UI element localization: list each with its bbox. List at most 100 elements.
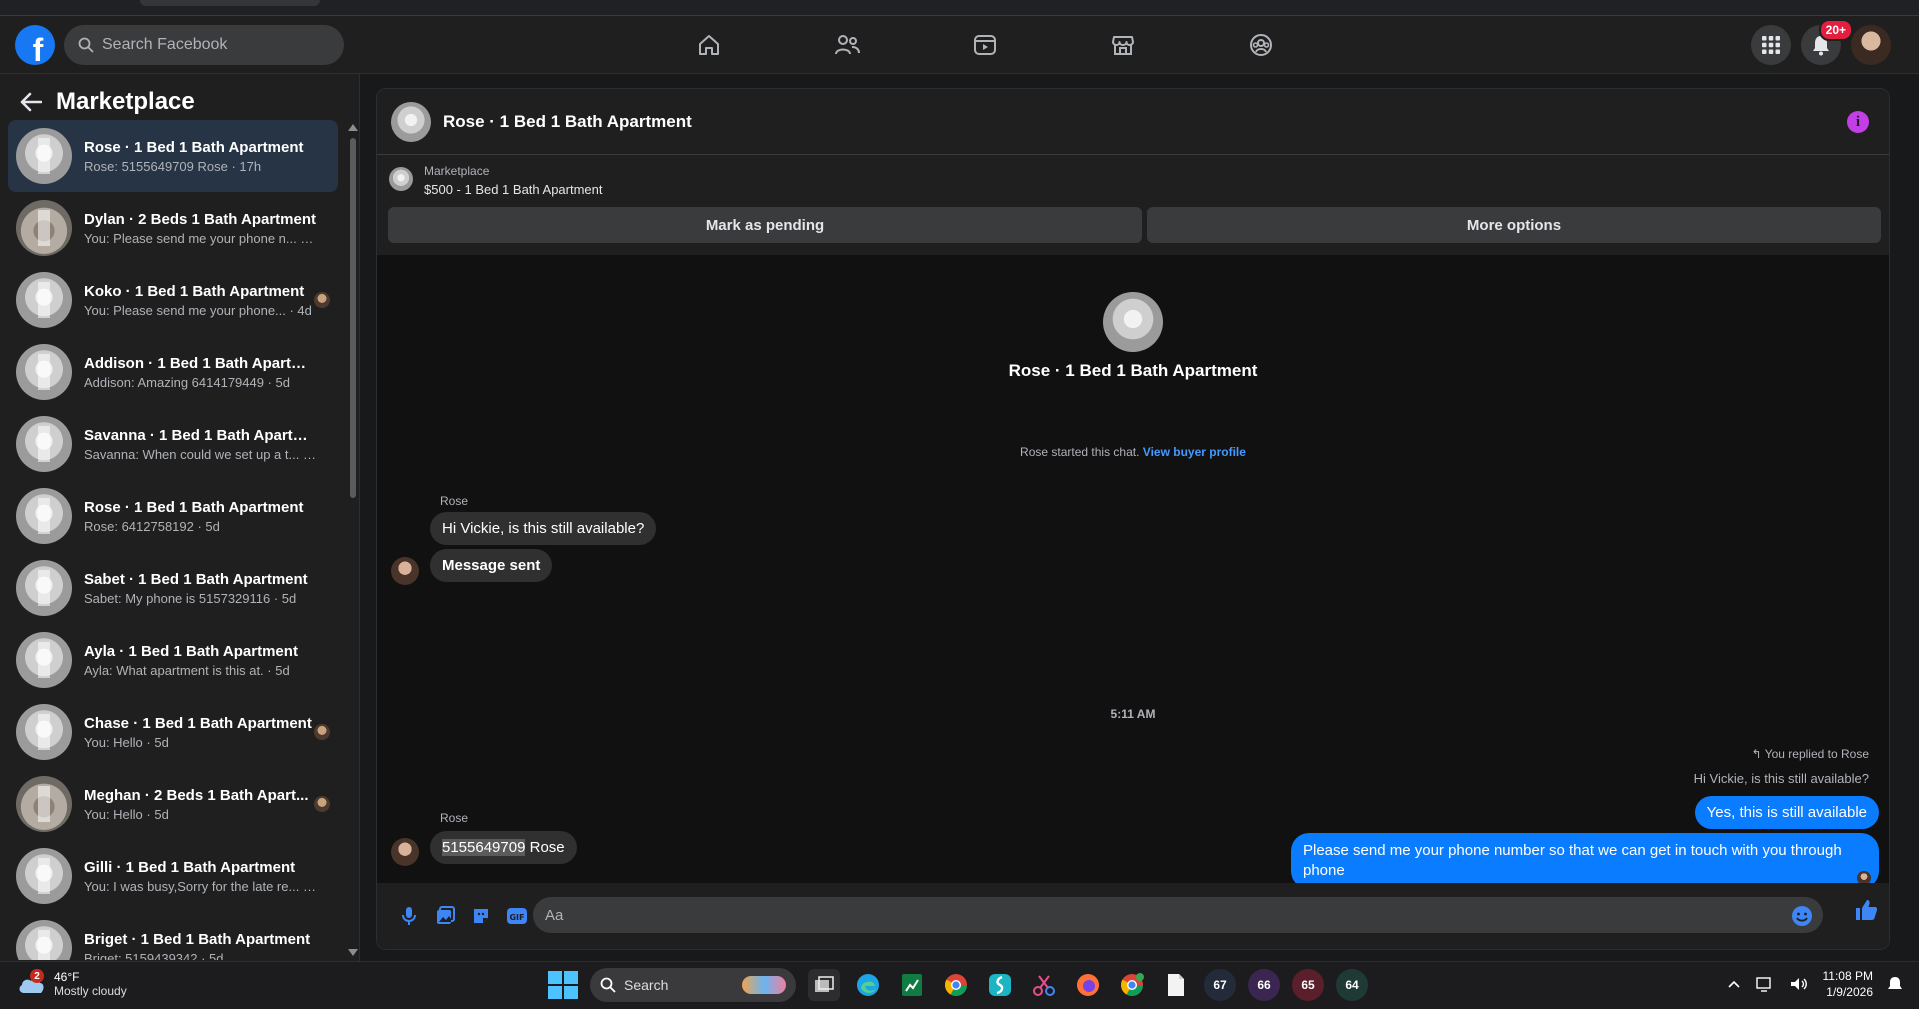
scroll-up-arrow[interactable]	[348, 124, 358, 131]
microphone-icon	[402, 907, 416, 925]
chat-started-note: Rose started this chat. View buyer profi…	[377, 445, 1889, 459]
notification-center-icon[interactable]	[1887, 975, 1903, 993]
sheets-app[interactable]	[896, 969, 928, 1001]
weather-condition: Mostly cloudy	[54, 984, 127, 998]
nav-home[interactable]	[640, 16, 778, 74]
thumbs-up-icon[interactable]	[1853, 897, 1879, 923]
conversation-item[interactable]: Addison · 1 Bed 1 Bath Apartment Addison:…	[8, 336, 338, 408]
conversation-item[interactable]: Briget · 1 Bed 1 Bath Apartment Briget: 5…	[8, 912, 338, 960]
app-66[interactable]: 66	[1248, 969, 1280, 1001]
rose-avatar[interactable]	[391, 838, 419, 866]
back-arrow-icon[interactable]	[20, 92, 42, 112]
nav-video[interactable]	[916, 16, 1054, 74]
notifications-button[interactable]: 20+	[1801, 19, 1853, 65]
browser-tab[interactable]	[140, 0, 320, 6]
selected-phone-number[interactable]: 5155649709	[442, 839, 526, 856]
rose-avatar[interactable]	[391, 557, 419, 585]
app-67[interactable]: 67	[1204, 969, 1236, 1001]
network-icon[interactable]	[1755, 975, 1775, 993]
emoji-icon[interactable]	[1791, 905, 1813, 927]
scroll-thumb[interactable]	[350, 138, 356, 498]
snipping-tool-app[interactable]	[1028, 969, 1060, 1001]
mark-as-pending-button[interactable]: Mark as pending	[388, 207, 1142, 243]
sidebar-title: Marketplace	[56, 88, 195, 115]
taskbar-search[interactable]: Search	[590, 968, 796, 1002]
message-bubble[interactable]: Message sent	[430, 549, 553, 582]
weather-icon-wrap: 2	[16, 969, 46, 997]
conversation-text: Sabet · 1 Bed 1 Bath Apartment Sabet: My …	[84, 571, 316, 606]
chat-header-thumbnail[interactable]	[391, 101, 431, 142]
conversation-text: Addison · 1 Bed 1 Bath Apartment Addison:…	[84, 355, 316, 390]
quoted-message[interactable]: Hi Vickie, is this still available?	[1694, 771, 1869, 786]
view-buyer-profile-link[interactable]: View buyer profile	[1143, 445, 1246, 459]
conversation-title: Koko · 1 Bed 1 Bath Apartment	[84, 282, 305, 300]
app-65[interactable]: 65	[1292, 969, 1324, 1001]
scroll-down-arrow[interactable]	[348, 949, 358, 956]
more-options-button[interactable]: More options	[1147, 207, 1881, 243]
read-receipt-avatar	[314, 724, 330, 740]
conversation-item[interactable]: Koko · 1 Bed 1 Bath Apartment You: Please…	[8, 264, 338, 336]
search-input[interactable]	[102, 36, 322, 54]
nav-marketplace[interactable]	[1054, 16, 1192, 74]
conversation-item[interactable]: Rose · 1 Bed 1 Bath Apartment Rose: 51556…	[8, 120, 338, 192]
conversation-item[interactable]: Savanna · 1 Bed 1 Bath Apartment Savanna:…	[8, 408, 338, 480]
app-badge: 64	[1345, 978, 1359, 992]
taskbar-search-label: Search	[624, 977, 669, 993]
conversation-item[interactable]: Rose · 1 Bed 1 Bath Apartment Rose: 64127…	[8, 480, 338, 552]
message-bubble[interactable]: 5155649709 Rose	[430, 831, 577, 864]
my-message-bubble[interactable]: Yes, this is still available	[1694, 796, 1879, 829]
clock[interactable]: 11:08 PM 1/9/2026	[1823, 968, 1873, 1000]
conversation-item[interactable]: Ayla · 1 Bed 1 Bath Apartment Ayla: What …	[8, 624, 338, 696]
task-view-app[interactable]	[808, 969, 840, 1001]
conversation-title: Rose · 1 Bed 1 Bath Apartment	[84, 138, 304, 156]
chat-title[interactable]: Rose · 1 Bed 1 Bath Apartment	[443, 112, 692, 132]
chevron-up-icon[interactable]	[1727, 979, 1741, 989]
account-avatar[interactable]	[1851, 25, 1891, 65]
start-button[interactable]	[546, 969, 578, 1001]
facebook-logo[interactable]: f	[15, 25, 55, 65]
conversation-item[interactable]: Sabet · 1 Bed 1 Bath Apartment Sabet: My …	[8, 552, 338, 624]
conversation-item[interactable]: Gilli · 1 Bed 1 Bath Apartment You: I was…	[8, 840, 338, 912]
conversation-preview: Rose: 5155649709 Rose · 17h	[84, 158, 262, 174]
listing-thumbnail[interactable]	[389, 167, 413, 191]
volume-icon[interactable]	[1789, 975, 1809, 993]
notepad-app[interactable]	[1160, 969, 1192, 1001]
surfshark-app[interactable]	[984, 969, 1016, 1001]
edge-icon	[857, 974, 879, 996]
app-64[interactable]: 64	[1336, 969, 1368, 1001]
firefox-app[interactable]	[1072, 969, 1104, 1001]
conversation-text: Chase · 1 Bed 1 Bath Apartment You: Hello…	[84, 715, 316, 750]
message-input[interactable]	[545, 906, 1745, 924]
notifications-badge: 20+	[1818, 19, 1853, 41]
message-input-box[interactable]	[533, 897, 1823, 933]
conversation-text: Rose · 1 Bed 1 Bath Apartment Rose: 64127…	[84, 499, 316, 534]
chrome-app[interactable]	[940, 969, 972, 1001]
sidebar-scrollbar[interactable]	[348, 122, 358, 958]
info-icon[interactable]: i	[1847, 111, 1869, 133]
conversation-item[interactable]: Dylan · 2 Beds 1 Bath Apartment You: Plea…	[8, 192, 338, 264]
voice-clip-button[interactable]	[391, 898, 427, 934]
nav-groups[interactable]	[1192, 16, 1330, 74]
replied-label: You replied to Rose	[1764, 747, 1869, 761]
sticker-button[interactable]	[463, 898, 499, 934]
nav-friends[interactable]	[778, 16, 916, 74]
listing-title[interactable]: $500 - 1 Bed 1 Bath Apartment	[424, 182, 603, 197]
conversation-text: Koko · 1 Bed 1 Bath Apartment You: Please…	[84, 283, 316, 318]
weather-widget[interactable]: 2 46°F Mostly cloudy	[16, 969, 127, 998]
my-message-bubble[interactable]: Please send me your phone number so that…	[1291, 833, 1879, 889]
timestamp: 5:11 AM	[1110, 707, 1156, 721]
chrome-profile-app[interactable]	[1116, 969, 1148, 1001]
conversation-title: Chase · 1 Bed 1 Bath Apartment	[84, 714, 312, 732]
conversation-text: Gilli · 1 Bed 1 Bath Apartment You: I was…	[84, 859, 316, 894]
edge-app[interactable]	[852, 969, 884, 1001]
gif-icon: GIF	[507, 908, 527, 924]
menu-button[interactable]	[1751, 25, 1791, 65]
chrome-icon	[1121, 973, 1144, 996]
conversation-item[interactable]: Chase · 1 Bed 1 Bath Apartment You: Hello…	[8, 696, 338, 768]
conversation-item[interactable]: Meghan · 2 Beds 1 Bath Apart... You: Hell…	[8, 768, 338, 840]
clock-time: 11:08 PM	[1822, 969, 1873, 983]
search-box[interactable]	[64, 25, 344, 65]
gif-button[interactable]: GIF	[499, 898, 535, 934]
attach-photo-button[interactable]	[427, 898, 463, 934]
message-bubble[interactable]: Hi Vickie, is this still available?	[430, 512, 657, 545]
